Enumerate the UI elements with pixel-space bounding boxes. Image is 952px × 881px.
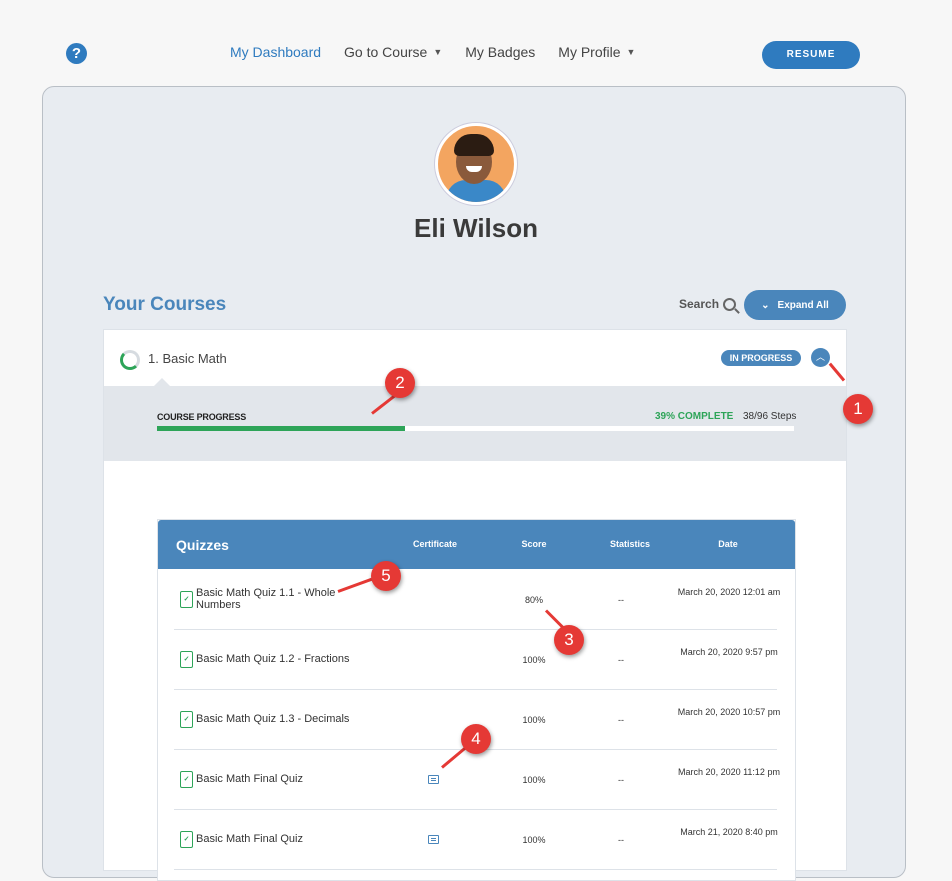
- quizzes-table: Quizzes Certificate Score Statistics Dat…: [157, 519, 796, 881]
- quiz-icon: ✓: [180, 831, 193, 848]
- callout-badge: 1: [843, 394, 873, 424]
- quiz-icon: ✓: [180, 711, 193, 728]
- quiz-icon: ✓: [180, 771, 193, 788]
- course-card: 1. Basic Math IN PROGRESS ︿ COURSE PROGR…: [103, 329, 847, 881]
- expand-all-label: Expand All: [777, 299, 829, 311]
- nav-my-dashboard[interactable]: My Dashboard: [230, 44, 321, 60]
- main-nav: My Dashboard Go to Course ▼ My Badges My …: [230, 44, 658, 60]
- quiz-score: 100%: [522, 715, 546, 725]
- quiz-link[interactable]: Basic Math Final Quiz: [196, 833, 356, 845]
- quiz-link[interactable]: Basic Math Quiz 1.2 - Fractions: [196, 653, 356, 665]
- nav-label: My Badges: [465, 44, 536, 60]
- quiz-score: 100%: [522, 835, 546, 845]
- nav-my-badges[interactable]: My Badges: [465, 44, 535, 60]
- quiz-date: March 21, 2020 8:40 pm: [680, 827, 778, 837]
- quiz-link[interactable]: Basic Math Final Quiz: [196, 773, 356, 785]
- chevron-down-icon: ▼: [433, 47, 443, 57]
- search-icon: [723, 297, 737, 311]
- chevron-down-icon: ⌄: [761, 299, 770, 311]
- chevron-down-icon: ▼: [626, 47, 636, 57]
- column-certificate: Certificate: [412, 539, 457, 549]
- quiz-icon: ✓: [180, 591, 193, 608]
- nav-my-profile[interactable]: My Profile ▼: [558, 44, 635, 60]
- quiz-score: 100%: [522, 775, 546, 785]
- table-row: ✓ Basic Math Quiz 1.2 - Fractions 100% -…: [174, 629, 778, 690]
- quiz-date: March 20, 2020 12:01 am: [677, 587, 781, 597]
- help-icon[interactable]: ?: [66, 43, 87, 64]
- course-title[interactable]: 1. Basic Math: [148, 351, 227, 366]
- quizzes-table-header: Quizzes Certificate Score Statistics Dat…: [158, 520, 795, 569]
- expand-all-button[interactable]: ⌄ Expand All: [744, 290, 846, 320]
- quiz-statistics: --: [618, 715, 624, 725]
- callout-badge: 3: [554, 625, 584, 655]
- table-row: ✓ Basic Math Final Quiz 100% -- March 20…: [174, 749, 780, 810]
- quiz-link[interactable]: Basic Math Quiz 1.3 - Decimals: [196, 713, 356, 725]
- certificate-icon[interactable]: [428, 835, 439, 844]
- progress-ring-icon: [120, 350, 140, 370]
- table-row: ✓ Basic Math Quiz 1.1 - Whole Numbers 80…: [174, 569, 780, 630]
- quiz-date: March 20, 2020 9:57 pm: [680, 647, 778, 657]
- quizzes-title: Quizzes: [176, 537, 229, 553]
- user-name: Eli Wilson: [414, 213, 538, 243]
- quiz-score: 100%: [522, 655, 546, 665]
- nav-label: Go to Course: [344, 44, 428, 60]
- progress-steps: 38/96 Steps: [743, 411, 797, 422]
- quiz-date: March 20, 2020 11:12 pm: [678, 767, 780, 777]
- quiz-statistics: --: [618, 655, 624, 665]
- progress-bar: [157, 426, 794, 431]
- search-label: Search: [679, 297, 720, 311]
- table-row: ✓ Basic Math Final Quiz 100% -- March 21…: [174, 809, 778, 870]
- quiz-score: 80%: [524, 595, 543, 605]
- certificate-icon[interactable]: [428, 775, 439, 784]
- nav-label: My Dashboard: [230, 44, 322, 60]
- progress-bar-fill: [157, 426, 406, 431]
- nav-label: My Profile: [558, 44, 621, 60]
- callout-badge: 5: [371, 561, 401, 591]
- course-progress-label: COURSE PROGRESS: [157, 412, 247, 422]
- collapse-chevron-up-icon[interactable]: ︿: [811, 348, 830, 367]
- course-progress-section: COURSE PROGRESS 39% COMPLETE 38/96 Steps: [104, 378, 846, 461]
- course-header[interactable]: 1. Basic Math IN PROGRESS ︿: [104, 330, 846, 386]
- quiz-link[interactable]: Basic Math Quiz 1.1 - Whole Numbers: [196, 587, 356, 611]
- callout-badge: 4: [461, 724, 491, 754]
- search-toggle[interactable]: Search: [679, 297, 737, 311]
- avatar-hair: [454, 134, 494, 156]
- status-badge: IN PROGRESS: [721, 350, 801, 366]
- quiz-statistics: --: [618, 775, 624, 785]
- nav-go-to-course[interactable]: Go to Course ▼: [344, 44, 442, 60]
- progress-percent: 39% COMPLETE: [655, 411, 734, 422]
- quiz-date: March 20, 2020 10:57 pm: [677, 707, 781, 717]
- column-statistics: Statistics: [609, 539, 651, 549]
- column-score: Score: [521, 539, 547, 549]
- quiz-statistics: --: [618, 595, 624, 605]
- avatar: [435, 123, 517, 205]
- courses-heading: Your Courses: [103, 294, 227, 315]
- column-date: Date: [718, 539, 738, 549]
- quiz-statistics: --: [618, 835, 624, 845]
- callout-badge: 2: [385, 368, 415, 398]
- resume-button[interactable]: RESUME: [762, 41, 860, 69]
- quiz-icon: ✓: [180, 651, 193, 668]
